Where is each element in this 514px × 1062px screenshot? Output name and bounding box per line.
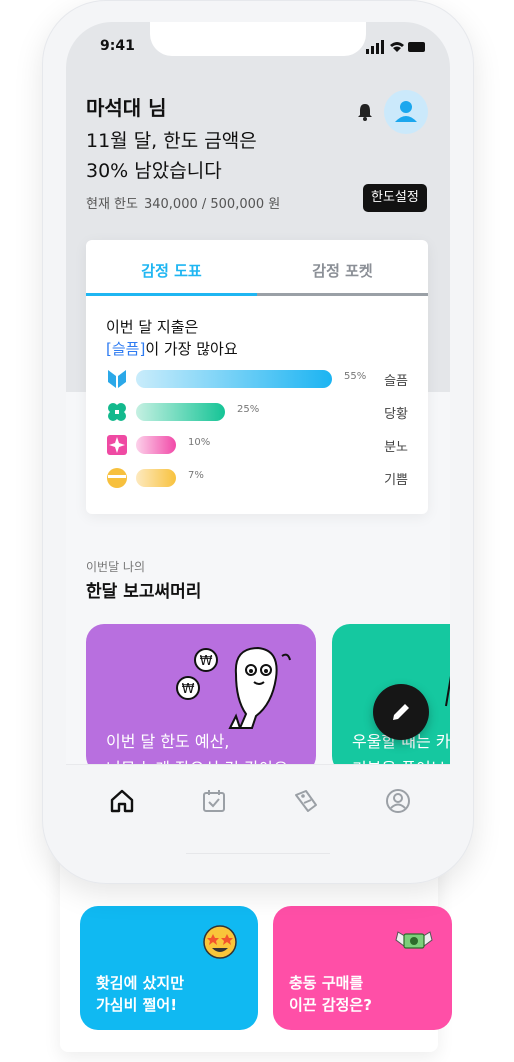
emotion-label: 분노 <box>384 440 408 455</box>
emotion-tabs: 감정 도표 감정 포켓 <box>86 240 428 296</box>
emotion-bar <box>136 370 332 388</box>
promo-card-impulse[interactable]: 홧김에 샀지만 가심비 쩔어! <box>80 906 258 1030</box>
emotion-label: 기쁨 <box>384 473 408 488</box>
emotion-bars: 55% 슬픔 25% 당황 10% 분노 7% 기쁨 <box>106 368 408 508</box>
promo-text: 홧김에 샀지만 가심비 쩔어! <box>96 974 185 1014</box>
summary-rest: 이 가장 많아요 <box>145 340 238 358</box>
anger-icon <box>107 435 127 455</box>
user-greeting: 마석대 님 <box>86 96 167 120</box>
emotion-row: 25% 당황 <box>106 401 408 423</box>
report-title: 한달 보고써머리 <box>86 582 202 602</box>
emotion-bar <box>136 469 176 487</box>
star-eyes-emoji <box>203 925 237 959</box>
sad-icon <box>108 370 126 388</box>
emotion-row: 10% 분노 <box>106 434 408 456</box>
money-wings-emoji <box>395 931 433 949</box>
app-screen: 9:41 마석대 님 11월 달, 한도 금액은 30% 남았습니다 현재 한도… <box>66 22 450 858</box>
status-time: 9:41 <box>100 38 135 54</box>
emotion-percent: 25% <box>237 404 260 415</box>
summary-line: 이번 달 지출은 <box>106 318 199 336</box>
emotion-row: 7% 기쁨 <box>106 467 408 489</box>
limit-settings-button[interactable]: 한도설정 <box>363 184 427 212</box>
tab-emotion-chart[interactable]: 감정 도표 <box>86 240 257 296</box>
emotion-label: 슬픔 <box>384 374 408 389</box>
current-limit: 현재 한도 340,000 / 500,000 원 <box>86 193 280 212</box>
profile-icon[interactable] <box>384 787 412 815</box>
bell-icon[interactable] <box>356 102 374 122</box>
tab-emotion-pocket[interactable]: 감정 포켓 <box>257 240 428 296</box>
home-indicator <box>186 853 330 854</box>
emotion-label: 당황 <box>384 407 408 422</box>
home-icon[interactable] <box>108 787 136 815</box>
emotion-bar <box>136 436 176 454</box>
emotion-percent: 10% <box>188 437 211 448</box>
avatar[interactable] <box>384 90 428 134</box>
summary-highlight: [슬픔] <box>106 340 146 358</box>
user-icon <box>395 101 417 122</box>
svg-text:₩: ₩ <box>200 654 213 669</box>
emotion-percent: 55% <box>344 371 367 382</box>
notch <box>150 22 366 56</box>
decorative-illustration <box>445 675 450 707</box>
promo-text: 충동 구매를 이끈 감정은? <box>289 974 372 1014</box>
svg-text:₩: ₩ <box>182 682 195 697</box>
report-subtitle: 이번달 나의 <box>86 560 146 574</box>
calendar-check-icon[interactable] <box>200 787 228 815</box>
pencil-icon <box>393 704 409 720</box>
joy-icon <box>107 468 127 488</box>
emotion-bar <box>136 403 225 421</box>
write-button[interactable] <box>373 684 429 740</box>
emotion-percent: 7% <box>188 470 204 481</box>
panic-icon <box>108 403 126 421</box>
emotion-row: 55% 슬픔 <box>106 368 408 390</box>
character-illustration: ₩ ₩ <box>176 646 291 729</box>
emotion-card: 감정 도표 감정 포켓 이번 달 지출은 [슬픔]이 가장 많아요 55% 슬픔 2… <box>86 240 428 514</box>
limit-value: 340,000 / 500,000 원 <box>143 197 281 212</box>
limit-label: 현재 한도 <box>86 197 138 212</box>
emotion-summary: 이번 달 지출은 [슬픔]이 가장 많아요 <box>106 316 238 360</box>
promo-card-emotion[interactable]: 충동 구매를 이끈 감정은? <box>273 906 452 1030</box>
budget-headline: 11월 달, 한도 금액은 30% 남았습니다 <box>86 130 257 182</box>
tag-icon[interactable] <box>292 787 320 815</box>
status-icons <box>366 40 425 54</box>
report-card-budget[interactable]: ₩ ₩ 이번 달 한도 예산, 너무 높게 잡으신 것 같아요 <box>86 624 316 774</box>
bottom-tab-bar <box>66 764 450 858</box>
